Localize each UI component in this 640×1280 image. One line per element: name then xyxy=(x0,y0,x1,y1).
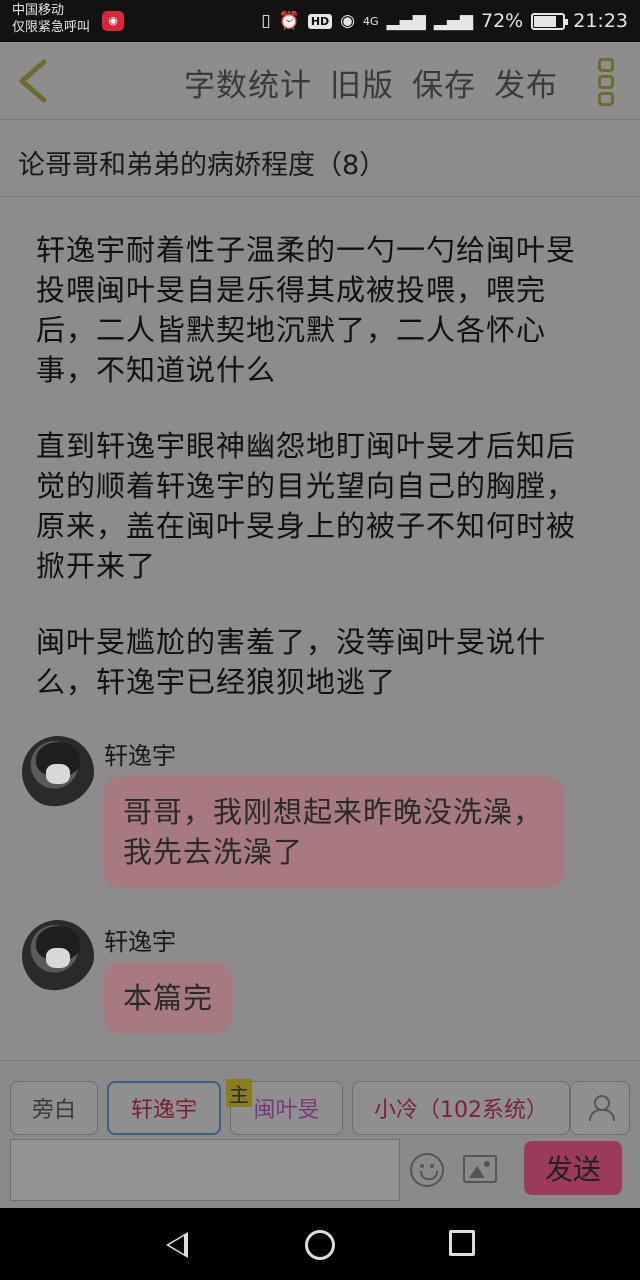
carrier-name: 中国移动 xyxy=(12,3,65,18)
main-role-badge: 主 xyxy=(226,1079,252,1107)
role-xiaoleng[interactable]: 小冷（102系统） xyxy=(352,1081,570,1135)
alarm-icon: ⏰ xyxy=(278,11,300,31)
publish-button[interactable]: 发布 xyxy=(494,60,558,105)
app-header: 字数统计 旧版 保存 发布 xyxy=(0,42,640,120)
battery-icon xyxy=(531,12,569,30)
narration-paragraph[interactable]: 轩逸宇耐着性子温柔的一勺一勺给闽叶旻投喂闽叶旻自是乐得其成被投喂，喂完后，二人皆… xyxy=(36,230,602,390)
title-row: 论哥哥和弟弟的病娇程度（8） xyxy=(0,121,640,197)
message-input[interactable] xyxy=(10,1139,400,1201)
network-type: 4G xyxy=(363,14,379,28)
send-button[interactable]: 发送 xyxy=(524,1141,622,1195)
word-count-button[interactable]: 字数统计 xyxy=(184,60,312,105)
speaker-name: 轩逸宇 xyxy=(104,928,176,956)
story-title[interactable]: 论哥哥和弟弟的病娇程度（8） xyxy=(18,143,386,182)
clock: 21:23 xyxy=(573,10,628,32)
narration-paragraph[interactable]: 闽叶旻尴尬的害羞了，没等闽叶旻说什么，轩逸宇已经狼狈地逃了 xyxy=(36,622,602,702)
avatar[interactable] xyxy=(22,920,94,992)
battery-percent: 72% xyxy=(481,10,524,32)
hd-icon: HD xyxy=(307,13,333,29)
role-narration[interactable]: 旁白 xyxy=(10,1081,98,1135)
role-xuanyiyu[interactable]: 轩逸宇 xyxy=(107,1081,221,1135)
avatar[interactable] xyxy=(22,736,94,808)
narration-paragraph[interactable]: 直到轩逸宇眼神幽怨地盯闽叶旻才后知后觉的顺着轩逸宇的目光望向自己的胸膛，原来，盖… xyxy=(36,426,602,586)
add-role-button[interactable] xyxy=(570,1081,630,1135)
nav-back-icon[interactable] xyxy=(166,1232,188,1258)
role-bar: 旁白 轩逸宇 闽叶旻 主 小冷（102系统） 发送 xyxy=(0,1060,640,1208)
nav-recents-icon[interactable] xyxy=(449,1230,475,1256)
status-bar: 中国移动 仅限紧急呼叫 ◉ ▯ ⏰ HD ◉ 4G ▂▄▆ ▂▄▆ 72% 21… xyxy=(0,0,640,42)
old-version-button[interactable]: 旧版 xyxy=(330,60,394,105)
vibrate-icon: ▯ xyxy=(261,11,271,31)
signal-2-icon: ▂▄▆ xyxy=(433,11,473,31)
carrier-info: 中国移动 仅限紧急呼叫 xyxy=(12,2,90,36)
emoji-icon[interactable] xyxy=(410,1153,444,1187)
nav-home-icon[interactable] xyxy=(305,1230,335,1260)
carrier-emergency: 仅限紧急呼叫 xyxy=(12,20,91,35)
message-bubble[interactable]: 本篇完 xyxy=(103,962,234,1034)
speaker-name: 轩逸宇 xyxy=(104,742,176,770)
image-icon[interactable] xyxy=(463,1155,497,1183)
eye-comfort-icon: ◉ xyxy=(340,11,355,31)
back-icon[interactable] xyxy=(14,58,54,104)
more-menu-icon[interactable] xyxy=(598,58,616,106)
message-bubble[interactable]: 哥哥，我刚想起来昨晚没洗澡，我先去洗澡了 xyxy=(103,776,565,888)
status-icons: ▯ ⏰ HD ◉ 4G ▂▄▆ ▂▄▆ 72% 21:23 xyxy=(261,8,628,34)
signal-icon: ▂▄▆ xyxy=(386,11,426,31)
notification-app-icon: ◉ xyxy=(102,11,124,31)
system-nav-bar xyxy=(0,1208,640,1280)
story-content: 轩逸宇耐着性子温柔的一勺一勺给闽叶旻投喂闽叶旻自是乐得其成被投喂，喂完后，二人皆… xyxy=(0,198,640,1060)
user-icon xyxy=(588,1095,615,1121)
save-button[interactable]: 保存 xyxy=(412,60,476,105)
header-actions: 字数统计 旧版 保存 发布 xyxy=(184,60,558,105)
